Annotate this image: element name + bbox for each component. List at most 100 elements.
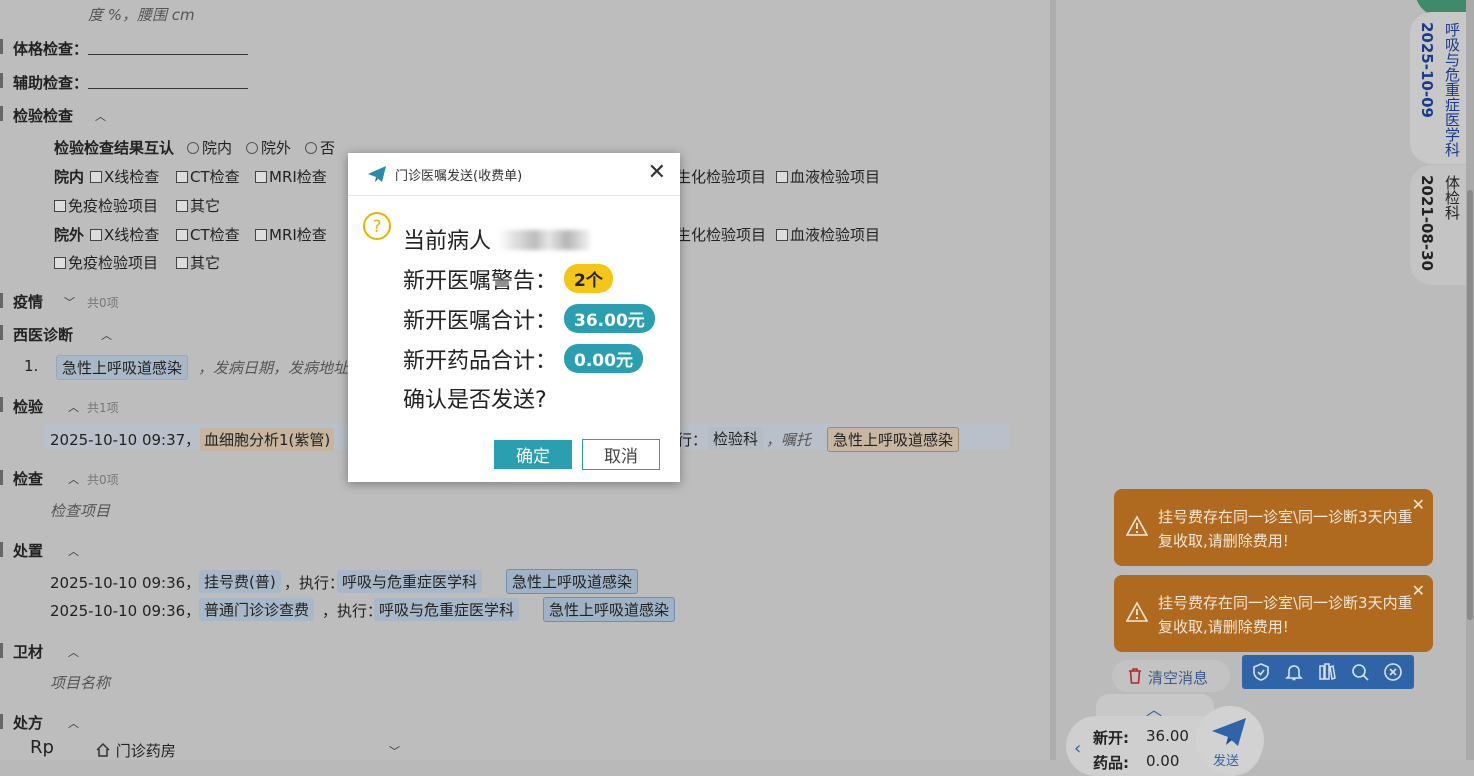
close-icon[interactable]: ✕	[648, 162, 666, 184]
home-icon	[96, 742, 110, 757]
collapse-icon[interactable]: ︿	[95, 108, 106, 124]
checkbox-ct-in[interactable]: CT检查	[176, 166, 240, 187]
warning-toast[interactable]: 挂号费存在同一诊室\同一诊断3天内重复收取,请删除费用! ✕	[1114, 489, 1433, 566]
lab-item[interactable]: 血细胞分析1(紫管)	[200, 428, 335, 451]
close-icon[interactable]: ✕	[1412, 581, 1425, 600]
collapse-icon[interactable]: ︿	[68, 399, 79, 415]
checkbox-biochem-out[interactable]: 生化检验项目	[676, 224, 766, 245]
close-icon[interactable]: ✕	[1412, 495, 1425, 514]
radio-none[interactable]: 否	[305, 137, 335, 158]
treat-dx-tag[interactable]: 急性上呼吸道感染	[543, 597, 676, 622]
lab-time: 2025-10-10 09:37，	[50, 431, 201, 449]
treat-item[interactable]: 挂号费(普)	[199, 570, 281, 593]
clear-messages-label: 清空消息	[1148, 669, 1209, 687]
search-icon[interactable]	[1350, 662, 1370, 682]
radio-in-hospital[interactable]: 院内	[187, 137, 232, 158]
radio-out-hospital[interactable]: 院外	[246, 137, 291, 158]
section-marker	[0, 542, 3, 557]
section-marker	[0, 106, 3, 121]
collapse-icon[interactable]: ︿	[68, 471, 79, 487]
treat-time: 2025-10-10 09:36，	[50, 602, 201, 620]
chevron-left-icon[interactable]: ‹	[1074, 738, 1081, 759]
treat-exec-dept[interactable]: 呼吸与危重症医学科	[374, 598, 520, 621]
treat-dx-tag[interactable]: 急性上呼吸道感染	[506, 569, 639, 594]
checkbox-immune-in[interactable]: 免疫检验项目	[54, 195, 158, 216]
material-placeholder[interactable]: 项目名称	[50, 672, 110, 693]
radio-icon	[305, 142, 317, 154]
paper-plane-icon	[368, 166, 386, 182]
lab-exam-label: 检验检查	[13, 107, 74, 125]
collapse-icon[interactable]: ︿	[68, 644, 79, 660]
dx-suffix: ，发病日期，发病地址	[198, 359, 349, 377]
trash-icon	[1129, 668, 1141, 684]
checkbox-mri-in[interactable]: MRI检查	[255, 166, 327, 187]
send-button[interactable]: 发送	[1196, 706, 1264, 774]
message-toolbar	[1242, 655, 1414, 689]
chevron-down-icon[interactable]: ﹀	[389, 743, 400, 759]
clear-messages-button[interactable]: 清空消息	[1112, 660, 1230, 692]
pharmacy-select[interactable]: 门诊药房	[95, 740, 176, 761]
section-marker	[0, 714, 3, 729]
epidemic-label: 疫情	[13, 293, 44, 311]
svg-text:?: ?	[372, 217, 381, 237]
checkbox-other-in[interactable]: 其它	[176, 195, 220, 216]
physical-exam-field[interactable]	[88, 40, 248, 55]
warning-toast[interactable]: 挂号费存在同一诊室\同一诊断3天内重复收取,请删除费用! ✕	[1114, 575, 1433, 652]
mutual-recognition-label: 检验检查结果互认	[54, 139, 175, 157]
paper-plane-icon	[1212, 718, 1246, 746]
checkbox-blood-in[interactable]: 血液检验项目	[776, 166, 880, 187]
lab-dx-tag[interactable]: 急性上呼吸道感染	[827, 427, 960, 452]
collapse-icon[interactable]: ︿	[101, 327, 112, 343]
books-icon[interactable]	[1317, 662, 1337, 682]
cancel-button[interactable]: 取消	[582, 439, 660, 470]
lab-exec-dept[interactable]: 检验科	[708, 427, 764, 450]
check-label: 检查	[13, 470, 44, 488]
treat-label: 处置	[13, 542, 44, 560]
checkbox-immune-out[interactable]: 免疫检验项目	[54, 252, 158, 273]
section-marker	[0, 470, 3, 485]
checkbox-biochem-in[interactable]: 生化检验项目	[676, 166, 766, 187]
visit-tab-1[interactable]: 2025-10-09 呼吸与危重症医学科	[1410, 12, 1470, 164]
confirm-button[interactable]: 确定	[494, 440, 572, 469]
collapse-icon[interactable]: ︿	[68, 543, 79, 559]
vital-hint: 度 %，腰围 cm	[88, 6, 195, 24]
visit-tab-2[interactable]: 2021-08-30 体检科	[1410, 165, 1470, 285]
shield-icon[interactable]	[1251, 662, 1271, 682]
radio-icon	[187, 142, 199, 154]
dialog-header: 门诊医嘱发送(收费单) ✕	[348, 153, 680, 196]
scrollbar-thumb[interactable]	[1467, 190, 1473, 620]
lab-exec-label: 行：	[677, 431, 708, 449]
dialog-title: 门诊医嘱发送(收费单)	[395, 169, 523, 184]
check-count: 共0项	[87, 473, 119, 487]
checkbox-mri-out[interactable]: MRI检查	[255, 224, 327, 245]
visit-date: 2025-10-09	[1418, 22, 1436, 118]
checkbox-ct-out[interactable]: CT检查	[176, 224, 240, 245]
dx-tag[interactable]: 急性上呼吸道感染	[56, 355, 189, 380]
drug-total-badge: 0.00元	[564, 344, 643, 373]
warning-row: 新开医嘱警告： 2个	[403, 263, 613, 295]
treat-exec-dept[interactable]: 呼吸与危重症医学科	[337, 570, 483, 593]
check-placeholder[interactable]: 检查项目	[50, 500, 110, 521]
checkbox-xray-in[interactable]: X线检查	[90, 166, 159, 187]
in-hospital-label: 院内	[54, 168, 85, 186]
send-orders-dialog: 门诊医嘱发送(收费单) ✕ ? 当前病人 新开医嘱警告： 2个 新开医嘱合计： …	[348, 153, 680, 482]
treat-item[interactable]: 普通门诊诊查费	[199, 598, 315, 621]
toast-message: 挂号费存在同一诊室\同一诊断3天内重复收取,请删除费用!	[1158, 508, 1413, 550]
aux-exam-field[interactable]	[88, 74, 248, 89]
scrollbar[interactable]	[1466, 0, 1474, 760]
checkbox-blood-out[interactable]: 血液检验项目	[776, 224, 880, 245]
checkbox-xray-out[interactable]: X线检查	[90, 224, 159, 245]
lab-count: 共1项	[87, 401, 119, 415]
warning-count-badge: 2个	[564, 264, 613, 293]
close-circle-icon[interactable]	[1383, 662, 1403, 682]
patient-label: 当前病人	[403, 229, 492, 254]
checkbox-other-out[interactable]: 其它	[176, 252, 220, 273]
total-badge: 36.00元	[564, 304, 655, 333]
warning-icon	[1126, 601, 1148, 622]
rp-label: Rp	[30, 737, 54, 758]
dx-index: 1.	[24, 357, 39, 375]
expand-icon[interactable]: ﹀	[64, 294, 75, 310]
collapse-icon[interactable]: ︿	[68, 715, 79, 731]
new-orders-label: 新开:	[1093, 729, 1129, 747]
bell-icon[interactable]	[1284, 662, 1304, 682]
